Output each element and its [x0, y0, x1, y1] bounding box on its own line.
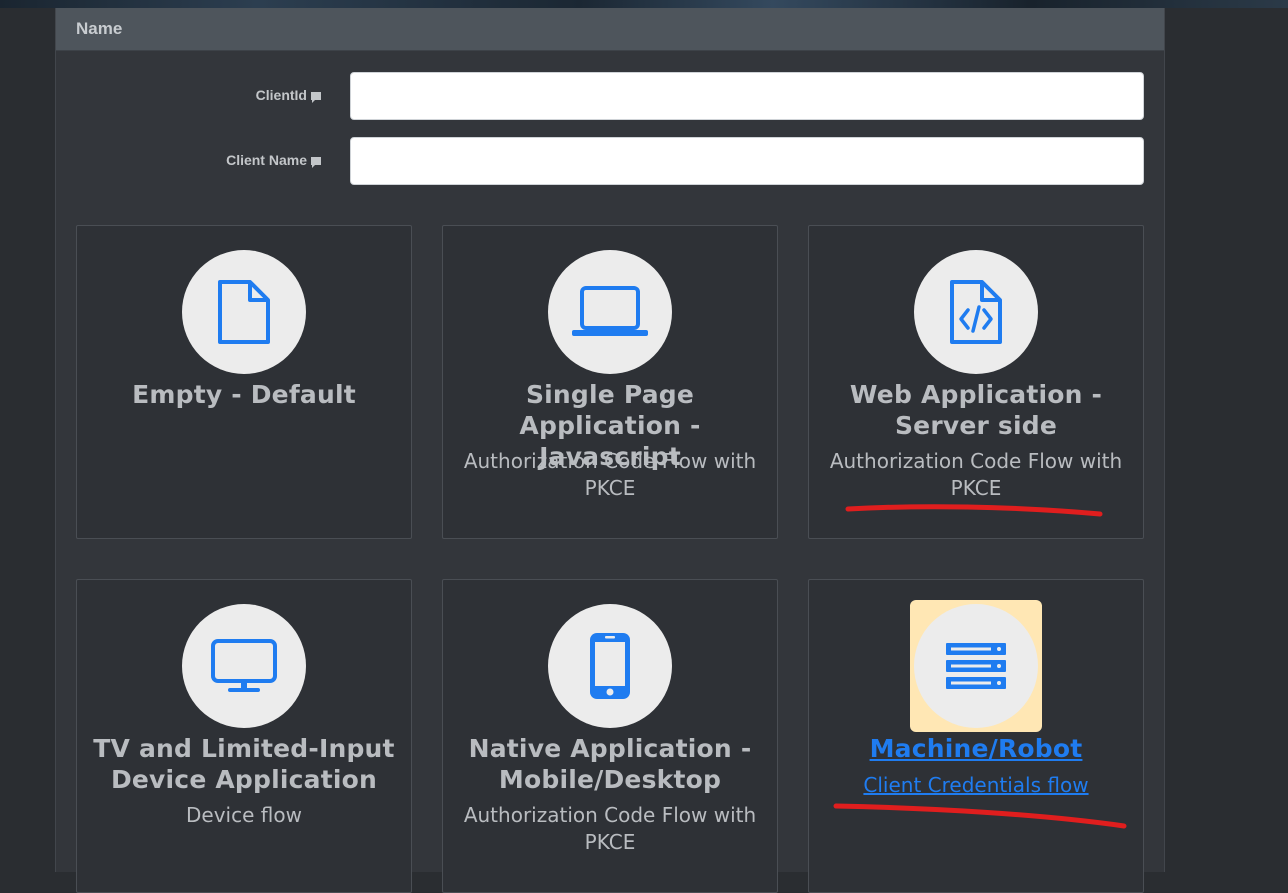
- tv-icon: [211, 639, 277, 692]
- laptop-icon: [572, 286, 648, 336]
- client-id-label: ClientId: [256, 87, 321, 103]
- card-icon-circle: [548, 250, 672, 374]
- card-empty-default[interactable]: Empty - Default: [76, 225, 412, 539]
- phone-icon: [590, 633, 630, 699]
- card-icon-circle: [182, 250, 306, 374]
- client-id-input[interactable]: [350, 72, 1144, 120]
- card-web-application[interactable]: Web Application - Server side Authorizat…: [808, 225, 1144, 539]
- client-name-input[interactable]: [350, 137, 1144, 185]
- card-subtitle: Authorization Code Flow with PKCE: [463, 803, 757, 854]
- comment-icon: [311, 157, 321, 168]
- page-gutter-right: [1165, 8, 1288, 872]
- background-strip: [0, 0, 1288, 8]
- card-icon-circle: [548, 604, 672, 728]
- page-gutter-left: [0, 8, 56, 872]
- client-id-label-text: ClientId: [255, 87, 307, 103]
- card-native-application[interactable]: Native Application - Mobile/Desktop Auth…: [442, 579, 778, 893]
- client-name-label: Client Name: [226, 152, 321, 168]
- card-spa[interactable]: Single Page Application - Javascript Aut…: [442, 225, 778, 539]
- card-subtitle: Authorization Code Flow with PKCE: [463, 449, 757, 500]
- card-icon-circle: [914, 250, 1038, 374]
- card-title: TV and Limited-Input Device Application: [93, 734, 395, 794]
- server-icon: [946, 643, 1006, 689]
- file-icon: [218, 280, 270, 344]
- client-name-label-text: Client Name: [226, 152, 307, 168]
- card-icon-circle: [914, 604, 1038, 728]
- card-title: Native Application - Mobile/Desktop: [468, 734, 752, 794]
- card-icon-circle: [182, 604, 306, 728]
- client-name-label-wrap: Client Name: [56, 152, 321, 172]
- card-subtitle-link[interactable]: Client Credentials flow: [819, 772, 1133, 799]
- card-subtitle: Authorization Code Flow with PKCE: [829, 449, 1123, 500]
- card-machine-robot[interactable]: Machine/Robot Client Credentials flow: [808, 579, 1144, 893]
- comment-icon: [311, 92, 321, 103]
- card-title: Empty - Default: [132, 380, 356, 409]
- card-title: Web Application - Server side: [849, 380, 1103, 440]
- card-subtitle: Device flow: [186, 803, 302, 827]
- panel-header: Name: [56, 8, 1164, 51]
- client-id-label-wrap: ClientId: [56, 87, 321, 107]
- card-title-link[interactable]: Machine/Robot: [819, 733, 1133, 764]
- file-code-icon: [950, 280, 1002, 344]
- client-panel: Name ClientId Client Name Empty - Defaul…: [55, 8, 1165, 893]
- panel-header-label: Name: [76, 19, 123, 38]
- card-tv-device[interactable]: TV and Limited-Input Device Application …: [76, 579, 412, 893]
